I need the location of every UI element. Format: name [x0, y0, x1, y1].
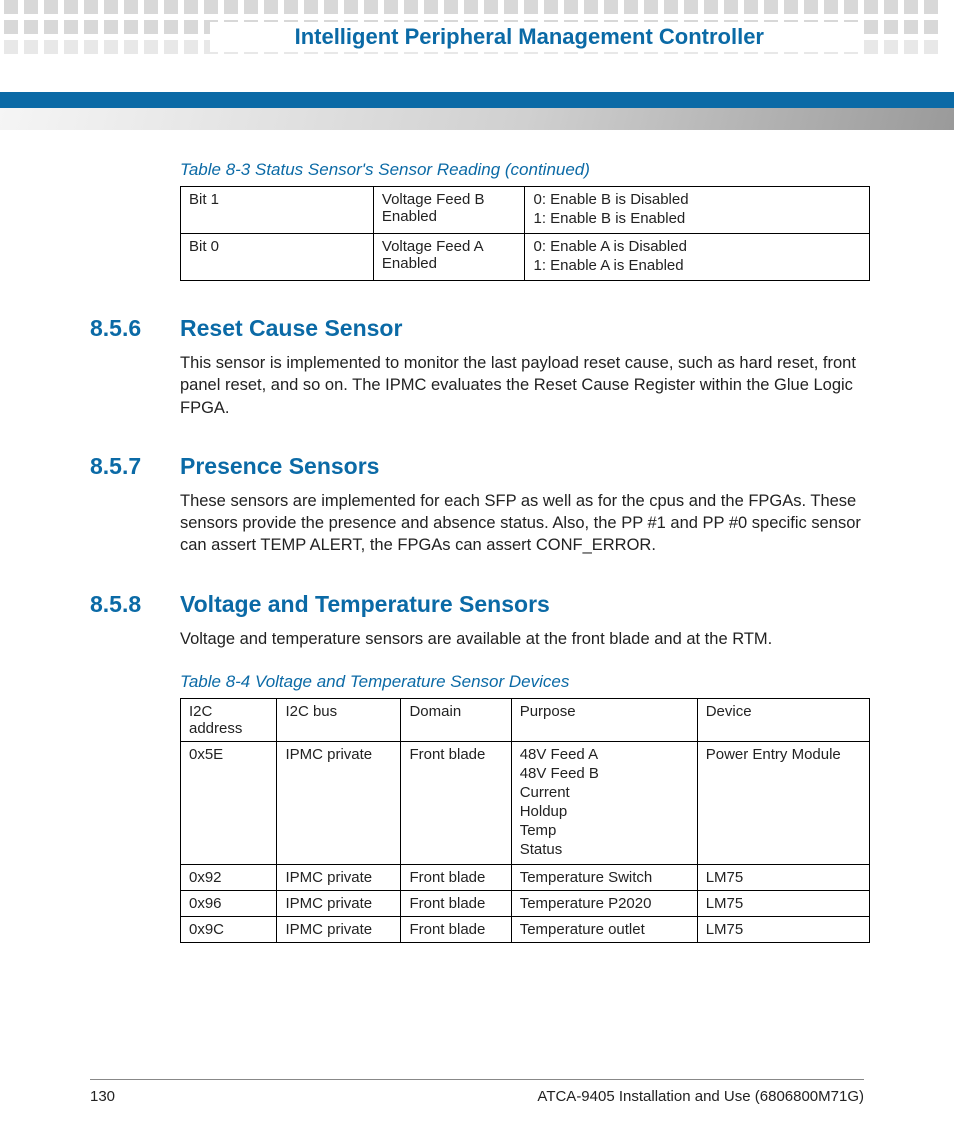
section-number: 8.5.8: [90, 591, 180, 618]
cell: Bit 0: [181, 234, 374, 281]
section-title: Voltage and Temperature Sensors: [180, 591, 550, 618]
cell-line: 1: Enable A is Enabled: [533, 257, 861, 274]
cell: Voltage Feed B Enabled: [373, 187, 525, 234]
cell-line: 0: Enable A is Disabled: [533, 238, 861, 255]
table-row: Bit 1 Voltage Feed B Enabled 0: Enable B…: [181, 187, 870, 234]
cell: IPMC private: [277, 741, 401, 864]
cell: Front blade: [401, 890, 511, 916]
cell-line: Status: [520, 841, 689, 858]
section-title: Reset Cause Sensor: [180, 315, 402, 342]
page-header-title: Intelligent Peripheral Management Contro…: [210, 22, 860, 52]
cell: IPMC private: [277, 864, 401, 890]
cell: 0x5E: [181, 741, 277, 864]
header-cell: Device: [697, 698, 869, 741]
page-footer: 130 ATCA-9405 Installation and Use (6806…: [90, 1079, 864, 1105]
table-8-4: I2C address I2C bus Domain Purpose Devic…: [180, 698, 870, 943]
cell: Temperature Switch: [511, 864, 697, 890]
cell: 0x96: [181, 890, 277, 916]
header-cell: I2C bus: [277, 698, 401, 741]
cell: 48V Feed A 48V Feed B Current Holdup Tem…: [511, 741, 697, 864]
section-number: 8.5.6: [90, 315, 180, 342]
page-content: Table 8-3 Status Sensor's Sensor Reading…: [90, 150, 864, 943]
section-body: Voltage and temperature sensors are avai…: [180, 628, 870, 650]
section-8-5-7: 8.5.7 Presence Sensors: [90, 453, 864, 480]
cell: 0: Enable B is Disabled 1: Enable B is E…: [525, 187, 870, 234]
cell-line: Temp: [520, 822, 689, 839]
section-number: 8.5.7: [90, 453, 180, 480]
cell-line: Current: [520, 784, 689, 801]
section-8-5-8: 8.5.8 Voltage and Temperature Sensors: [90, 591, 864, 618]
cell: LM75: [697, 864, 869, 890]
section-body: These sensors are implemented for each S…: [180, 490, 870, 557]
table-8-3: Bit 1 Voltage Feed B Enabled 0: Enable B…: [180, 186, 870, 281]
header-cell: I2C address: [181, 698, 277, 741]
section-title: Presence Sensors: [180, 453, 379, 480]
cell: Front blade: [401, 916, 511, 942]
cell: LM75: [697, 916, 869, 942]
cell: Voltage Feed A Enabled: [373, 234, 525, 281]
cell: Bit 1: [181, 187, 374, 234]
table-8-3-caption: Table 8-3 Status Sensor's Sensor Reading…: [180, 160, 864, 180]
cell: Temperature P2020: [511, 890, 697, 916]
header-cell: Domain: [401, 698, 511, 741]
cell: Front blade: [401, 864, 511, 890]
header-cell: Purpose: [511, 698, 697, 741]
header-gradient: [0, 108, 954, 130]
cell-line: 48V Feed B: [520, 765, 689, 782]
cell: Temperature outlet: [511, 916, 697, 942]
cell-line: 1: Enable B is Enabled: [533, 210, 861, 227]
table-row: 0x96 IPMC private Front blade Temperatur…: [181, 890, 870, 916]
cell: Front blade: [401, 741, 511, 864]
section-body: This sensor is implemented to monitor th…: [180, 352, 870, 419]
table-row: 0x9C IPMC private Front blade Temperatur…: [181, 916, 870, 942]
table-row: 0x5E IPMC private Front blade 48V Feed A…: [181, 741, 870, 864]
table-header-row: I2C address I2C bus Domain Purpose Devic…: [181, 698, 870, 741]
page-number: 130: [90, 1088, 115, 1105]
cell: Power Entry Module: [697, 741, 869, 864]
cell: 0: Enable A is Disabled 1: Enable A is E…: [525, 234, 870, 281]
doc-id: ATCA-9405 Installation and Use (6806800M…: [537, 1088, 864, 1105]
cell: IPMC private: [277, 916, 401, 942]
cell: LM75: [697, 890, 869, 916]
cell-line: 48V Feed A: [520, 746, 689, 763]
section-8-5-6: 8.5.6 Reset Cause Sensor: [90, 315, 864, 342]
table-row: Bit 0 Voltage Feed A Enabled 0: Enable A…: [181, 234, 870, 281]
cell: 0x92: [181, 864, 277, 890]
cell-line: Holdup: [520, 803, 689, 820]
table-8-4-caption: Table 8-4 Voltage and Temperature Sensor…: [180, 672, 864, 692]
cell: IPMC private: [277, 890, 401, 916]
header-blue-bar: [0, 92, 954, 108]
table-row: 0x92 IPMC private Front blade Temperatur…: [181, 864, 870, 890]
cell: 0x9C: [181, 916, 277, 942]
cell-line: 0: Enable B is Disabled: [533, 191, 861, 208]
